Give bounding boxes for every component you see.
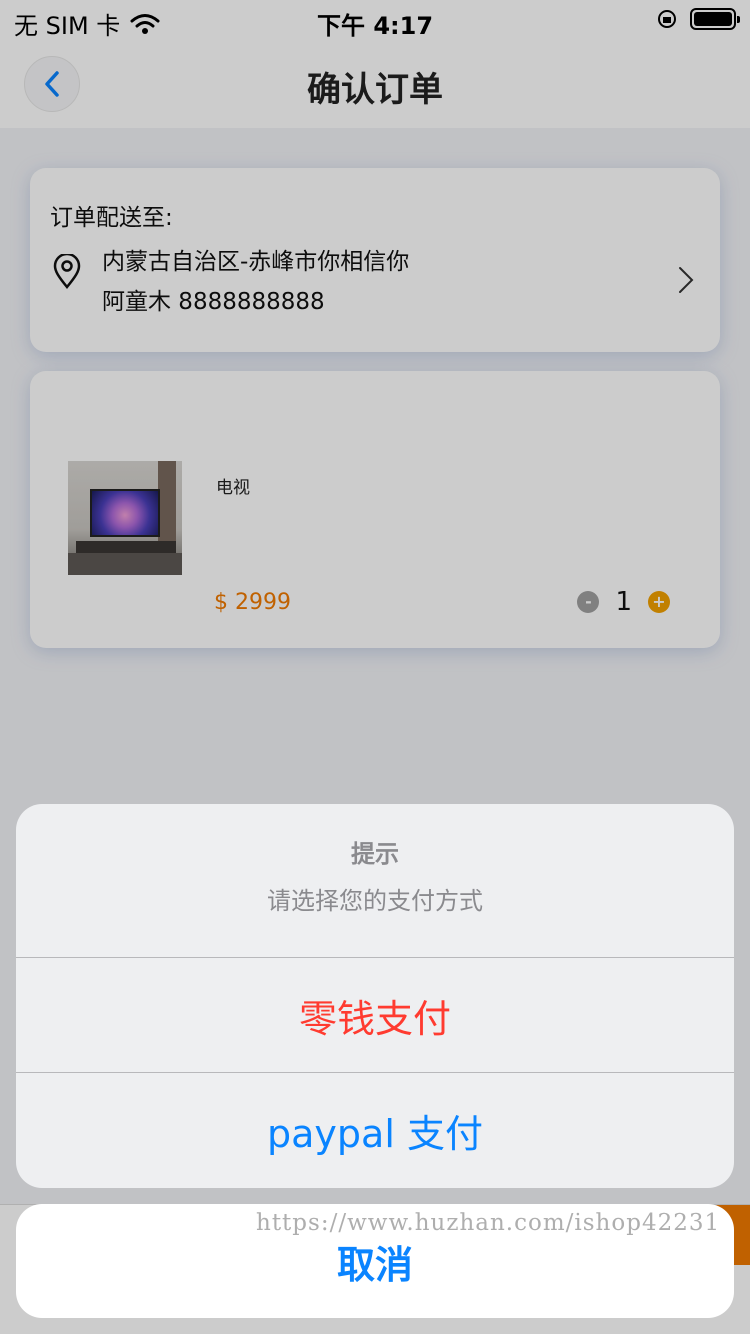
action-sheet-header: 提示 请选择您的支付方式 [16, 804, 734, 958]
watermark-text: https://www.huzhan.com/ishop42231 [256, 1210, 721, 1236]
action-sheet-title: 提示 [351, 840, 399, 868]
paypal-pay-button[interactable]: paypal 支付 [16, 1073, 734, 1188]
action-sheet-message: 请选择您的支付方式 [267, 887, 483, 915]
wallet-pay-button[interactable]: 零钱支付 [16, 958, 734, 1073]
payment-action-sheet: 提示 请选择您的支付方式 零钱支付 paypal 支付 [16, 804, 734, 1188]
